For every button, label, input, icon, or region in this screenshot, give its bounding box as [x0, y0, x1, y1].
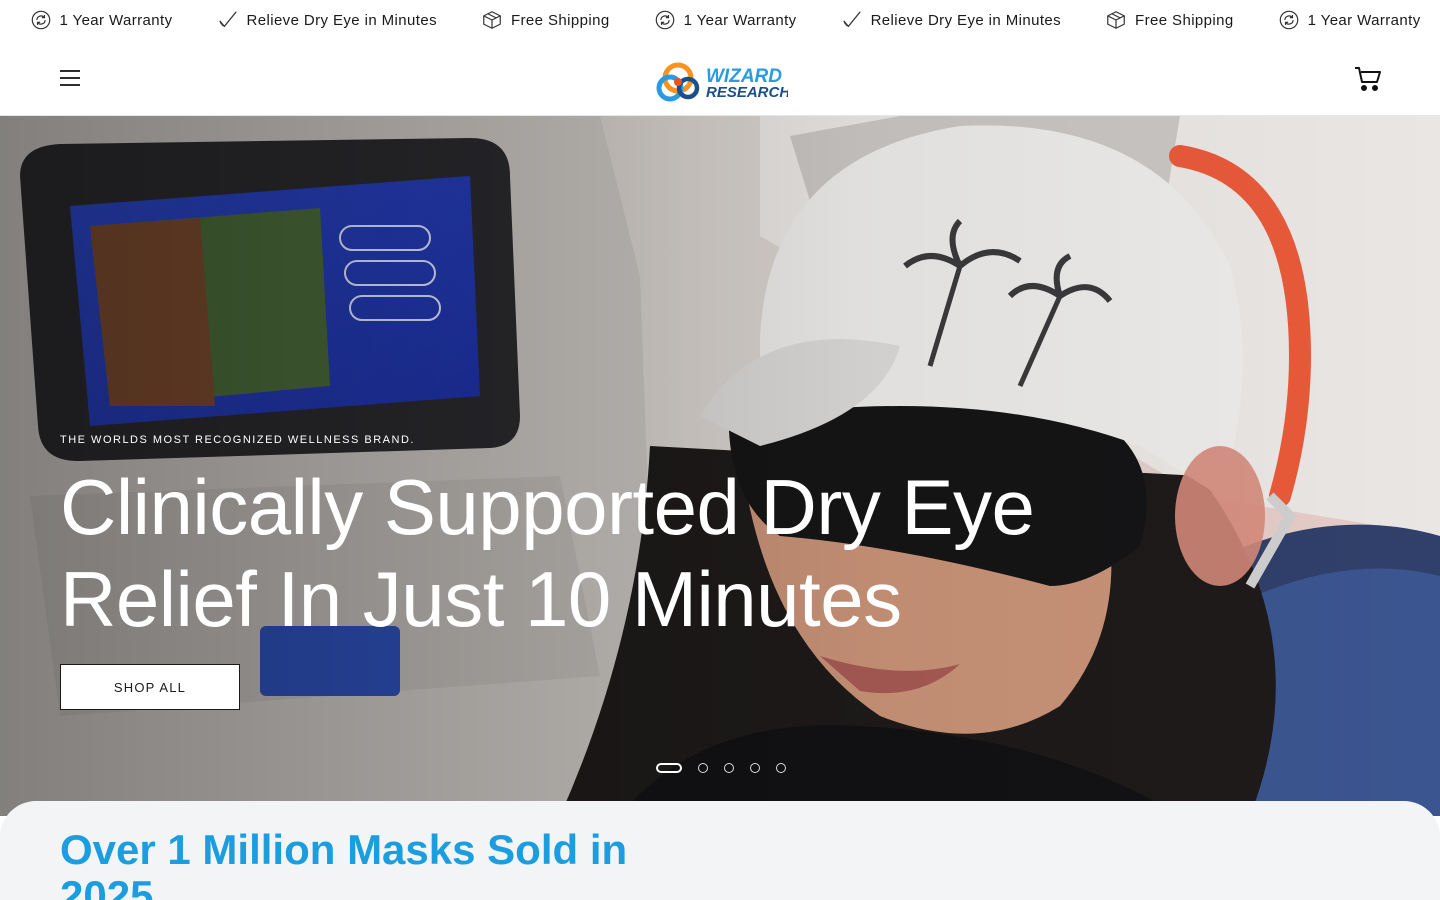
hero-headline-line-2: Relief In Just 10 Minutes	[60, 555, 902, 643]
slide-dot-5[interactable]	[776, 763, 786, 773]
section-heading: Over 1 Million Masks Sold in 2025	[60, 827, 700, 900]
checkmark-icon	[842, 11, 861, 28]
box-icon	[483, 11, 501, 29]
cart-button[interactable]	[1354, 66, 1382, 92]
announcement-text: Relieve Dry Eye in Minutes	[246, 11, 437, 29]
announcement-bar: ng 1 Year Warranty Relieve Dry Eye in Mi…	[0, 0, 1440, 40]
announcement-text: Free Shipping	[510, 11, 610, 29]
box-icon	[1107, 11, 1125, 29]
section-heading-line-2: 2025	[60, 872, 154, 900]
warranty-icon	[655, 10, 674, 30]
slide-dot-2[interactable]	[698, 763, 708, 773]
section-heading-line-1: Over 1 Million Masks Sold in	[60, 826, 628, 873]
slide-dot-1[interactable]	[656, 763, 682, 773]
hero-headline: Clinically Supported Dry Eye Relief In J…	[60, 461, 1110, 645]
hamburger-icon	[60, 70, 80, 86]
hero-headline-line-1: Clinically Supported Dry Eye	[60, 463, 1035, 551]
announcement-text: Free Shipping	[1135, 11, 1234, 29]
announcement-item: Relieve Dry Eye in Minutes	[217, 9, 437, 31]
wizard-research-logo[interactable]: WIZARD RESEARCH	[654, 56, 788, 102]
announcement-item: Relieve Dry Eye in Minutes	[841, 9, 1061, 31]
announcement-text: 1 Year Warranty	[683, 11, 797, 29]
checkmark-icon	[218, 11, 237, 28]
masks-sold-section: Over 1 Million Masks Sold in 2025	[0, 801, 1440, 900]
warranty-icon	[31, 10, 50, 30]
announcement-text: Relieve Dry Eye in Minutes	[870, 11, 1062, 29]
hero-eyebrow: THE WORLDS MOST RECOGNIZED WELLNESS BRAN…	[60, 434, 415, 446]
site-header: WIZARD RESEARCH	[0, 40, 1440, 116]
slide-dot-3[interactable]	[724, 763, 734, 773]
announcement-text: 1 Year Warranty	[1307, 11, 1421, 29]
announcement-item: 1 Year Warranty	[1278, 9, 1421, 31]
logo-wordmark-bottom: RESEARCH	[706, 84, 788, 101]
cart-icon	[1355, 67, 1381, 91]
hero-slideshow: THE WORLDS MOST RECOGNIZED WELLNESS BRAN…	[0, 116, 1440, 816]
announcement-item: 1 Year Warranty	[30, 9, 173, 31]
announcement-text: 1 Year Warranty	[59, 11, 173, 29]
slide-dot-4[interactable]	[750, 763, 760, 773]
shop-all-button[interactable]: SHOP ALL	[60, 664, 240, 710]
warranty-icon	[1279, 10, 1298, 30]
announcement-item: Free Shipping	[481, 9, 610, 31]
announcement-track: ng 1 Year Warranty Relieve Dry Eye in Mi…	[0, 0, 1440, 40]
announcement-item: Free Shipping	[1105, 9, 1234, 31]
announcement-item: 1 Year Warranty	[654, 9, 797, 31]
slideshow-pagination	[656, 762, 786, 774]
menu-button[interactable]	[58, 66, 82, 90]
